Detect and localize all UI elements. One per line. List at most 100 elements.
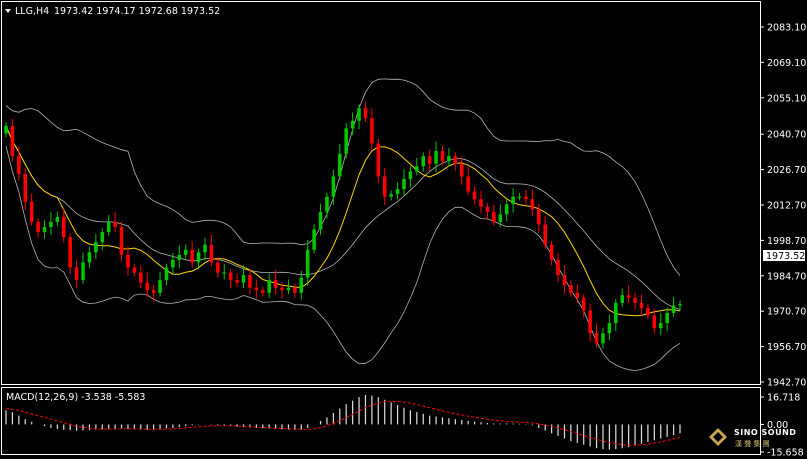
candle-body [228, 272, 233, 281]
candle-body [81, 262, 85, 281]
candle-body [106, 221, 111, 233]
candle-body [151, 290, 156, 293]
candle-body [4, 125, 8, 134]
candle-body [447, 156, 451, 162]
brand-subtitle: 漢 聲 集 團 [735, 439, 770, 448]
candle-body [395, 189, 400, 195]
brand-name: SINO SOUND [734, 428, 796, 437]
candle-body [196, 252, 201, 263]
price-tick-label: 1984.70 [767, 271, 806, 282]
candle-body [248, 275, 252, 288]
candle-body [427, 156, 432, 164]
candle-body [511, 196, 515, 205]
macd-signal-line [5, 400, 681, 446]
chevron-down-icon[interactable] [5, 9, 11, 13]
candle-body [254, 287, 259, 291]
candle-body [671, 305, 676, 313]
candle-body [74, 267, 79, 281]
candle-body [594, 333, 599, 344]
candle-body [241, 275, 246, 283]
candle-body [530, 199, 535, 210]
candle-body [459, 163, 464, 177]
candle-body [29, 201, 34, 222]
price-tick-label: 2026.70 [767, 165, 806, 176]
macd-tick-label: -15.658 [767, 448, 804, 459]
chart-canvas[interactable]: 2083.10 2069.10 2055.10 2040.70 2026.70 2012.… [0, 0, 807, 459]
candle-body [132, 267, 137, 273]
candle-body [273, 280, 278, 288]
candle-body [68, 237, 72, 268]
price-tick-label: 1998.70 [767, 236, 806, 247]
candle-body [440, 151, 445, 162]
candle-body [415, 166, 419, 172]
candle-body [10, 125, 15, 157]
brand-watermark: SINO SOUND 漢 聲 集 團 [709, 428, 796, 448]
candle-body [421, 156, 426, 167]
candle-body [543, 224, 547, 245]
candle-body [472, 191, 477, 200]
candle-body [665, 312, 669, 324]
candle-body [588, 310, 592, 334]
candle-body [318, 211, 323, 230]
candle-body [402, 178, 406, 190]
candle-body [646, 307, 650, 316]
candlesticks [4, 101, 682, 349]
candle-body [633, 297, 637, 303]
candle-body [652, 315, 657, 329]
candle-body [607, 323, 612, 334]
candle-body [498, 214, 503, 222]
candle-body [614, 302, 618, 324]
price-tick-label: 2040.70 [767, 130, 806, 141]
candle-body [119, 227, 124, 255]
candle-body [504, 204, 509, 215]
candle-body [370, 118, 374, 144]
symbol-label: LLG,H4 [15, 6, 49, 17]
candle-body [479, 199, 483, 207]
candle-body [363, 108, 368, 119]
candle-body [389, 194, 393, 197]
candle-body [36, 221, 40, 233]
ma-path [5, 125, 681, 317]
candle-body [549, 244, 554, 260]
candle-body [382, 176, 387, 197]
candle-body [62, 216, 66, 238]
price-tick-label: 2012.70 [767, 201, 806, 212]
candle-body [658, 323, 663, 329]
candle-body [126, 254, 130, 268]
candle-body [55, 216, 60, 222]
candle-body [209, 244, 214, 263]
candle-body [94, 242, 98, 253]
candle-body [164, 267, 169, 281]
candle-body [158, 280, 162, 293]
candle-body [524, 196, 528, 200]
candle-body [312, 229, 316, 250]
signal-path [5, 400, 681, 446]
candle-body [42, 227, 47, 233]
candle-body [145, 282, 149, 291]
candle-body [517, 196, 522, 198]
candle-body [113, 221, 117, 228]
candle-body [235, 280, 239, 283]
candle-body [183, 249, 188, 255]
bb-middle [5, 125, 681, 310]
candle-body [626, 295, 631, 298]
price-tick-label: 1956.70 [767, 342, 806, 353]
price-tick-label: 2083.10 [767, 23, 806, 34]
price-tick-label: 1970.70 [767, 307, 806, 318]
candle-body [203, 244, 207, 253]
candle-body [17, 156, 21, 174]
candle-body [453, 156, 458, 164]
candle-body [139, 272, 143, 283]
candle-body [408, 171, 413, 179]
candle-body [267, 280, 271, 293]
candle-body [49, 221, 53, 228]
candle-body [357, 108, 361, 121]
candle-body [639, 302, 644, 308]
candle-body [338, 153, 342, 177]
macd-axis: 16.7180.00-15.658 [760, 393, 804, 459]
candle-body [434, 151, 438, 164]
candle-body [485, 206, 490, 212]
candle-body [260, 290, 265, 293]
candle-body [100, 232, 105, 243]
candle-body [620, 295, 624, 303]
